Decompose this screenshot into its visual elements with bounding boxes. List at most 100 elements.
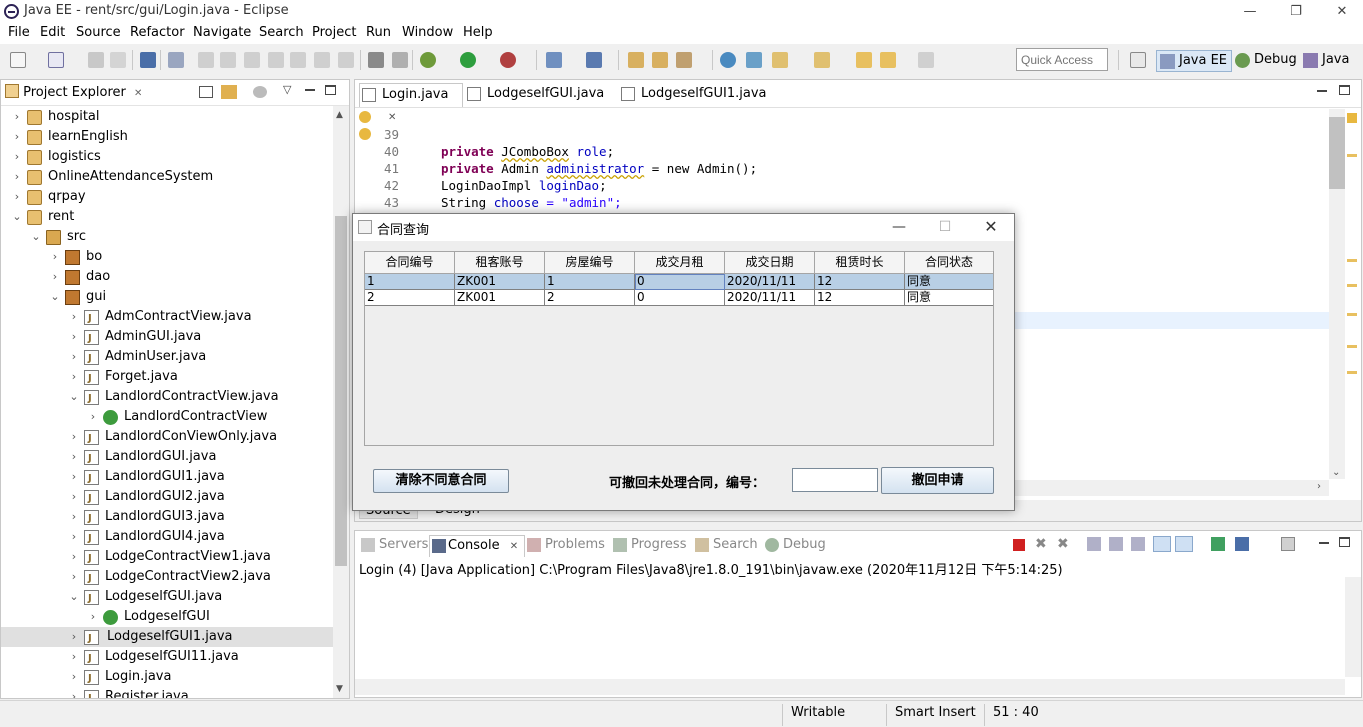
close-icon[interactable]: ✕ [510, 541, 518, 552]
last-edit-icon[interactable] [856, 52, 872, 68]
word-wrap-icon[interactable] [1131, 537, 1145, 551]
ruler-marker[interactable] [1347, 371, 1357, 374]
quick-access-input[interactable] [1016, 48, 1108, 71]
menu-navigate[interactable]: Navigate [193, 24, 251, 44]
column-header-contract-status[interactable]: 合同状态 [905, 252, 993, 274]
tree-item[interactable]: › qrpay [1, 187, 333, 207]
minimize-console-icon[interactable] [1319, 542, 1329, 544]
perspective-java[interactable]: Java [1300, 50, 1353, 72]
column-header-house-id[interactable]: 房屋编号 [545, 252, 635, 274]
explorer-scrollbar[interactable]: ▲ ▼ [333, 106, 349, 698]
perspective-debug[interactable]: Debug [1232, 50, 1301, 72]
terminate-icon[interactable] [244, 52, 260, 68]
previous-annotation-icon[interactable] [814, 52, 830, 68]
drop-to-frame-icon[interactable] [392, 52, 408, 68]
collapsed-chevron-icon[interactable]: › [11, 127, 23, 147]
back-icon[interactable] [880, 52, 896, 68]
column-header-lease-term[interactable]: 租赁时长 [815, 252, 905, 274]
collapsed-chevron-icon[interactable]: › [68, 627, 80, 647]
terminal-icon[interactable] [140, 52, 156, 68]
perspective-java-ee[interactable]: Java EE [1156, 50, 1233, 72]
tree-item[interactable]: › LandlordGUI.java [1, 447, 333, 469]
collapsed-chevron-icon[interactable]: › [87, 407, 99, 427]
collapsed-chevron-icon[interactable]: › [68, 427, 80, 447]
collapsed-chevron-icon[interactable]: › [68, 647, 80, 667]
collapsed-chevron-icon[interactable]: › [49, 247, 61, 267]
dialog-maximize-button[interactable]: ☐ [922, 214, 968, 241]
search-tool-icon[interactable] [676, 52, 692, 68]
maximize-editor-icon[interactable] [1339, 85, 1350, 95]
collapsed-chevron-icon[interactable]: › [68, 487, 80, 507]
tab-problems[interactable]: Problems [527, 535, 605, 557]
maximize-console-icon[interactable] [1339, 537, 1350, 547]
tree-item[interactable]: ⌄ LandlordContractView.java [1, 387, 333, 409]
step-over-icon[interactable] [314, 52, 330, 68]
ruler-marker[interactable] [1347, 154, 1357, 157]
tree-item[interactable]: › LodgeContractView2.java [1, 567, 333, 589]
show-on-stderr-icon[interactable] [1175, 536, 1193, 552]
contract-id-input[interactable] [792, 468, 878, 492]
collapsed-chevron-icon[interactable]: › [68, 447, 80, 467]
collapsed-chevron-icon[interactable]: › [11, 187, 23, 207]
new-java-class-icon[interactable] [586, 52, 602, 68]
open-type-icon[interactable] [628, 52, 644, 68]
tab-console[interactable]: Console ✕ [429, 535, 526, 557]
table-row[interactable]: 1 ZK001 1 0 2020/11/11 12 同意 [365, 274, 993, 290]
step-return-icon[interactable] [338, 52, 354, 68]
tree-item[interactable]: › dao [1, 267, 333, 287]
tree-item[interactable]: › LandlordConViewOnly.java [1, 427, 333, 449]
table-cell[interactable]: ZK001 [455, 290, 545, 306]
dialog-close-button[interactable]: ✕ [968, 214, 1014, 241]
terminate-icon[interactable] [1013, 539, 1025, 551]
clear-console-icon[interactable] [1087, 537, 1101, 551]
table-cell[interactable]: 2 [365, 290, 455, 306]
focus-icon[interactable] [253, 86, 267, 98]
debug-icon[interactable] [420, 52, 436, 68]
save-all-icon[interactable] [110, 52, 126, 68]
display-console-icon[interactable] [1235, 537, 1249, 551]
tree-item[interactable]: › LodgeselfGUI1.java [1, 627, 333, 649]
tree-item[interactable]: › LandlordGUI4.java [1, 527, 333, 549]
collapsed-chevron-icon[interactable]: › [11, 167, 23, 187]
tab-login-java[interactable]: Login.java ✕ [359, 83, 463, 123]
table-cell[interactable]: 1 [365, 274, 455, 290]
collapsed-chevron-icon[interactable]: › [68, 467, 80, 487]
table-cell-focused[interactable]: 0 [635, 274, 725, 290]
table-cell[interactable]: 2020/11/11 [725, 290, 815, 306]
scroll-right-icon[interactable]: › [1317, 481, 1321, 492]
view-menu-icon[interactable]: ▽ [283, 83, 291, 96]
tab-search[interactable]: Search [695, 535, 758, 557]
tree-item[interactable]: › AdminUser.java [1, 347, 333, 369]
column-header-tenant-account[interactable]: 租客账号 [455, 252, 545, 274]
table-row[interactable]: 2 ZK001 2 0 2020/11/11 12 同意 [365, 290, 993, 306]
disconnect-icon[interactable] [268, 52, 284, 68]
collapsed-chevron-icon[interactable]: › [68, 347, 80, 367]
expanded-chevron-icon[interactable]: ⌄ [68, 587, 80, 607]
use-step-filters-icon[interactable] [368, 52, 384, 68]
globe-icon[interactable] [720, 52, 736, 68]
tree-item[interactable]: › bo [1, 247, 333, 267]
tab-debug[interactable]: Debug [765, 535, 826, 557]
collapsed-chevron-icon[interactable]: › [68, 667, 80, 687]
column-header-monthly-rent[interactable]: 成交月租 [635, 252, 725, 274]
collapsed-chevron-icon[interactable]: › [68, 527, 80, 547]
collapsed-chevron-icon[interactable]: › [68, 307, 80, 327]
resume-icon[interactable] [198, 52, 214, 68]
open-console-icon[interactable] [1281, 537, 1295, 551]
new-icon[interactable] [10, 52, 26, 68]
ruler-marker[interactable] [1347, 345, 1357, 348]
console-scrollbar[interactable] [1345, 577, 1361, 677]
tree-item[interactable]: ⌄ LodgeselfGUI.java [1, 587, 333, 609]
collapsed-chevron-icon[interactable]: › [68, 547, 80, 567]
tree-item[interactable]: ⌄ rent [1, 207, 333, 227]
external-tools-icon[interactable] [500, 52, 516, 68]
table-cell[interactable]: 12 [815, 290, 905, 306]
table-cell[interactable]: 2 [545, 290, 635, 306]
tree-item[interactable]: › Register.java [1, 687, 333, 698]
contract-table[interactable]: 合同编号 租客账号 房屋编号 成交月租 成交日期 租赁时长 合同状态 1 ZK0… [364, 251, 994, 446]
tab-servers[interactable]: Servers [361, 535, 428, 557]
minimize-editor-icon[interactable] [1317, 90, 1327, 92]
tree-item[interactable]: › OnlineAttendanceSystem [1, 167, 333, 187]
menu-window[interactable]: Window [402, 24, 453, 44]
collapsed-chevron-icon[interactable]: › [49, 267, 61, 287]
